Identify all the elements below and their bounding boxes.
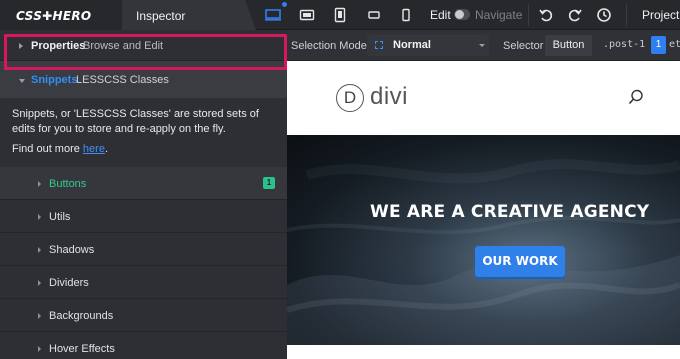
divi-logo-text[interactable]: divi — [370, 83, 408, 111]
category-label: Buttons — [49, 178, 87, 190]
undo-icon[interactable] — [538, 7, 554, 23]
category-utils[interactable]: Utils — [0, 200, 287, 233]
toggle-knob — [455, 10, 464, 19]
chevron-down-icon — [19, 79, 25, 83]
category-label: Hover Effects — [49, 343, 115, 355]
category-label: Dividers — [49, 277, 89, 289]
category-hover-effects[interactable]: Hover Effects — [0, 332, 287, 359]
selector-path-tail[interactable]: et — [669, 39, 680, 50]
desktop-icon[interactable] — [265, 7, 281, 23]
smoke-background-image — [287, 159, 680, 345]
category-shadows[interactable]: Shadows — [0, 233, 287, 266]
selection-target-icon — [375, 41, 383, 49]
left-panel: Properties Browse and Edit Snippets LESS… — [0, 30, 287, 359]
chevron-right-icon — [38, 346, 41, 352]
preview-bottom-strip — [287, 345, 680, 359]
active-indicator-dot — [282, 2, 287, 7]
category-label: Shadows — [49, 244, 95, 256]
edit-label: Edit — [430, 8, 451, 22]
category-dividers[interactable]: Dividers — [0, 266, 287, 299]
logo-area: CSS✚HERO — [0, 0, 122, 30]
category-label: Utils — [49, 211, 71, 223]
chevron-right-icon — [38, 313, 41, 319]
category-backgrounds[interactable]: Backgrounds — [0, 299, 287, 332]
snippets-highlight-frame — [4, 34, 287, 70]
category-label: Backgrounds — [49, 310, 114, 322]
website-preview[interactable]: D divi WE ARE A CREATIVE AGENCY OUR WORK — [287, 61, 680, 359]
section-snippets-title: Snippets — [31, 74, 78, 86]
selector-element-button[interactable]: Button — [545, 35, 592, 56]
selector-count-badge[interactable]: 1 — [651, 36, 666, 54]
selection-mode-label: Selection Mode — [291, 40, 367, 52]
top-toolbar: CSS✚HERO Inspector Edit Navigate Project — [0, 0, 680, 30]
snippets-description: Snippets, or 'LESSCSS Classes' are store… — [12, 108, 259, 135]
chevron-right-icon — [38, 214, 41, 220]
section-snippets-subtitle: LESSCSS Classes — [76, 74, 169, 86]
chevron-right-icon — [38, 280, 41, 286]
selector-label: Selector — [503, 40, 544, 52]
tab-inspector-label: Inspector — [136, 9, 186, 23]
toolbar-divider — [528, 4, 529, 26]
hero-title: WE ARE A CREATIVE AGENCY — [370, 202, 650, 222]
search-icon[interactable] — [628, 89, 644, 105]
project-menu[interactable]: Project — [642, 8, 679, 22]
redo-icon[interactable] — [567, 7, 583, 23]
phone-landscape-icon[interactable] — [366, 7, 382, 23]
toolbar-divider — [626, 4, 627, 26]
selection-bar: Selection Mode Normal Selector Button .p… — [287, 30, 680, 61]
edit-navigate-toggle[interactable] — [454, 9, 470, 20]
count-badge: 1 — [263, 177, 275, 189]
selection-mode-value: Normal — [393, 39, 431, 51]
tab-inspector[interactable]: Inspector — [122, 0, 256, 30]
tablet-portrait-icon[interactable] — [332, 7, 348, 23]
csshero-logo: CSS✚HERO — [16, 9, 92, 23]
snippet-category-list: Buttons 1 Utils Shadows Dividers Backgro… — [0, 167, 287, 359]
tablet-landscape-icon[interactable] — [299, 7, 315, 23]
chevron-down-icon — [479, 44, 485, 47]
history-icon[interactable] — [596, 7, 612, 23]
chevron-right-icon — [38, 181, 41, 187]
find-out-more: Find out more here. — [12, 143, 108, 155]
site-header: D divi — [287, 61, 680, 135]
navigate-label: Navigate — [475, 8, 523, 22]
our-work-button[interactable]: OUR WORK — [475, 246, 565, 277]
selection-mode-select[interactable]: Normal — [367, 35, 489, 56]
selector-path[interactable]: .post-1 — [603, 39, 645, 50]
hero-section: WE ARE A CREATIVE AGENCY OUR WORK — [287, 135, 680, 345]
find-out-more-text: Find out more — [12, 143, 83, 155]
find-out-more-link[interactable]: here — [83, 143, 105, 155]
chevron-right-icon — [38, 247, 41, 253]
phone-portrait-icon[interactable] — [398, 7, 414, 23]
category-buttons[interactable]: Buttons 1 — [0, 167, 287, 200]
find-out-more-period: . — [104, 143, 109, 155]
divi-logo-mark[interactable]: D — [336, 84, 364, 112]
